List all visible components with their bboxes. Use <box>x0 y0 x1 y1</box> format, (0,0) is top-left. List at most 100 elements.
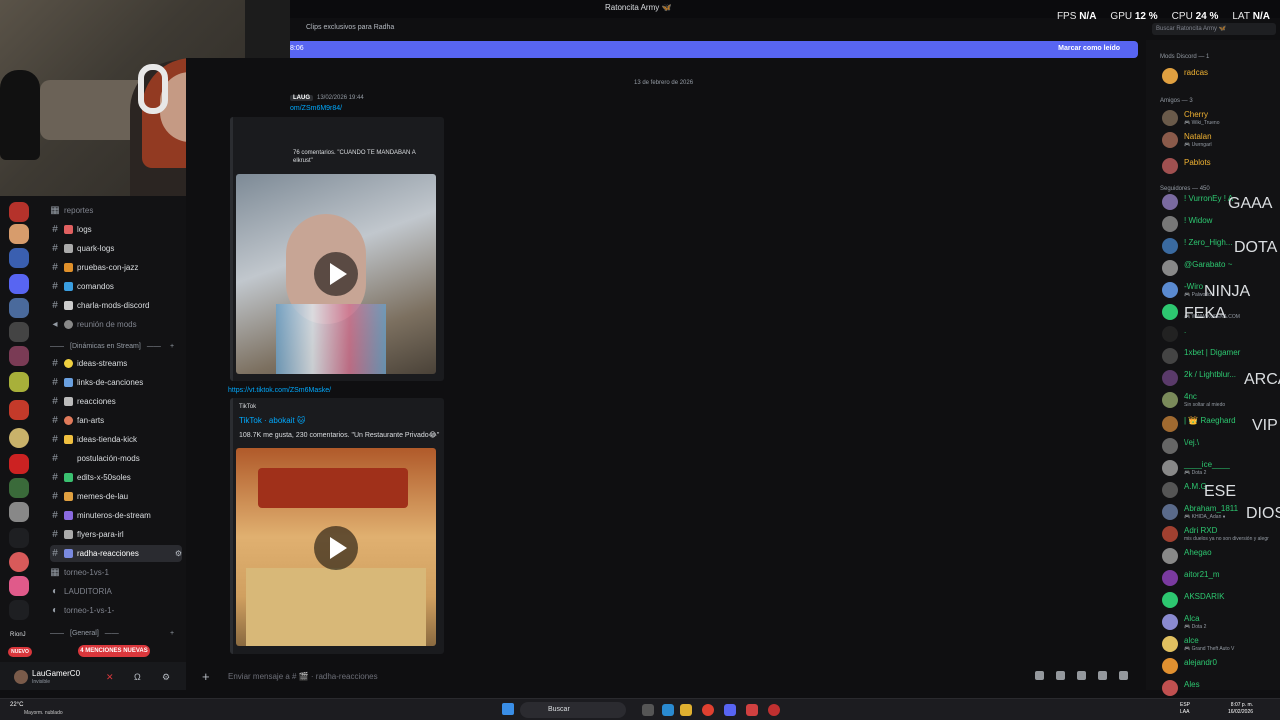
avatar[interactable] <box>1162 392 1178 408</box>
member-item[interactable]: ! Widow <box>1154 214 1278 234</box>
channel-item[interactable]: # edits-x-50soles <box>50 469 182 486</box>
windows-start-icon[interactable] <box>502 703 514 715</box>
member-item[interactable]: 1xbet | Digamer <box>1154 346 1278 366</box>
member-item[interactable]: Ales <box>1154 678 1278 698</box>
member-item[interactable]: Natalan 🎮 Uwrngarl <box>1154 130 1278 150</box>
server-icon[interactable] <box>9 202 29 222</box>
category-dinamicas[interactable]: —— [Dinámicas en Stream] —— + <box>50 343 174 350</box>
channel-item[interactable]: # ideas-streams <box>50 355 182 372</box>
server-icon[interactable] <box>9 502 29 522</box>
avatar[interactable] <box>1162 348 1178 364</box>
app-icon[interactable] <box>768 704 780 716</box>
avatar[interactable] <box>1162 658 1178 674</box>
avatar[interactable] <box>1162 260 1178 276</box>
avatar[interactable] <box>1162 238 1178 254</box>
avatar[interactable] <box>1162 570 1178 586</box>
member-item[interactable]: alce 🎮 Grand Theft Auto V <box>1154 634 1278 654</box>
avatar[interactable] <box>1162 438 1178 454</box>
channel-item[interactable]: ▦ reportes <box>50 202 182 219</box>
channel-item[interactable]: # reacciones <box>50 393 182 410</box>
channel-item[interactable]: # comandos <box>50 278 182 295</box>
search-input[interactable]: Buscar Ratoncita Army 🦋 <box>1152 23 1276 35</box>
avatar[interactable] <box>1162 282 1178 298</box>
server-icon[interactable] <box>9 298 29 318</box>
message-link[interactable]: om/ZSm6M9r84/ <box>290 105 342 112</box>
new-mentions-badge[interactable]: 4 MENCIONES NUEVAS <box>78 645 150 657</box>
message-link[interactable]: https://vt.tiktok.com/ZSm6Maske/ <box>228 387 331 394</box>
avatar[interactable] <box>1162 526 1178 542</box>
video-thumbnail[interactable] <box>236 174 436 374</box>
avatar[interactable] <box>1162 158 1178 174</box>
server-icon[interactable] <box>9 454 29 474</box>
server-icon[interactable] <box>9 400 29 420</box>
new-messages-bar[interactable]: 8:06 Marcar como leído <box>290 41 1138 58</box>
avatar[interactable] <box>1162 460 1178 476</box>
sticker-icon[interactable] <box>1077 671 1086 680</box>
server-icon[interactable] <box>9 576 29 596</box>
edge-icon[interactable] <box>662 704 674 716</box>
server-icon[interactable] <box>9 600 29 620</box>
channel-item[interactable]: # flyers-para-irl <box>50 526 182 543</box>
member-item[interactable]: Adri RXD mis duelos ya no son diversión y… <box>1154 524 1278 544</box>
gift-icon[interactable] <box>1035 671 1044 680</box>
member-item[interactable]: alejandr0 <box>1154 656 1278 676</box>
server-icon[interactable] <box>9 372 29 392</box>
channel-item[interactable]: # postulación-mods <box>50 450 182 467</box>
member-item[interactable]: AKSDARIK <box>1154 590 1278 610</box>
avatar[interactable] <box>1162 370 1178 386</box>
taskbar-search[interactable]: Buscar <box>520 702 626 718</box>
invite-icon[interactable]: ⚙ <box>175 549 182 558</box>
channel-item[interactable]: # logs <box>50 221 182 238</box>
member-item[interactable]: . <box>1154 324 1278 344</box>
avatar[interactable] <box>1162 592 1178 608</box>
emoji-icon[interactable] <box>1098 671 1107 680</box>
channel-item[interactable]: # charla-mods-discord <box>50 297 182 314</box>
avatar[interactable] <box>1162 194 1178 210</box>
server-icon[interactable] <box>9 552 29 572</box>
author-tag[interactable]: LAUG <box>290 95 313 101</box>
language-indicator[interactable]: ESP LAA <box>1180 702 1190 716</box>
avatar[interactable] <box>1162 68 1178 84</box>
avatar[interactable] <box>1162 636 1178 652</box>
avatar[interactable] <box>1162 482 1178 498</box>
server-icon[interactable] <box>9 528 29 548</box>
clock[interactable]: 8:07 p. m. 16/02/2026 <box>1228 702 1253 716</box>
channel-item[interactable]: ▦ torneo-1vs-1 <box>50 564 182 581</box>
channel-item[interactable]: # quark-logs <box>50 240 182 257</box>
mark-read-button[interactable]: Marcar como leído <box>1058 45 1120 52</box>
server-icon[interactable] <box>9 346 29 366</box>
member-item[interactable]: \/ej.\ <box>1154 436 1278 456</box>
member-item[interactable]: Alca 🎮 Dota 2 <box>1154 612 1278 632</box>
member-item[interactable]: 4nc Sin soltar al miedo <box>1154 390 1278 410</box>
apps-icon[interactable] <box>1119 671 1128 680</box>
server-icon[interactable] <box>9 224 29 244</box>
headphones-icon[interactable]: Ω <box>134 672 144 682</box>
member-item[interactable]: ____ice____ 🎮 Dota 2 <box>1154 458 1278 478</box>
server-icon[interactable] <box>9 248 29 268</box>
avatar[interactable] <box>1162 304 1178 320</box>
channel-item[interactable]: # pruebas-con-jazz <box>50 259 182 276</box>
avatar[interactable] <box>1162 504 1178 520</box>
avatar[interactable] <box>1162 614 1178 630</box>
member-item[interactable]: Pablots <box>1154 156 1278 176</box>
message-input[interactable]: Enviar mensaje a # 🎬 · radha-reacciones <box>228 672 378 681</box>
avatar[interactable] <box>1162 110 1178 126</box>
video-thumbnail[interactable] <box>236 448 436 646</box>
gif-icon[interactable] <box>1056 671 1065 680</box>
channel-item[interactable]: # fan-arts <box>50 412 182 429</box>
server-icon[interactable] <box>9 322 29 342</box>
avatar[interactable] <box>1162 548 1178 564</box>
avatar[interactable] <box>1162 326 1178 342</box>
server-icon[interactable] <box>9 478 29 498</box>
add-channel-icon[interactable]: + <box>170 343 174 350</box>
discord-icon[interactable] <box>724 704 736 716</box>
channel-item[interactable]: # minuteros-de-stream <box>50 507 182 524</box>
embed-author[interactable]: TikTok · abokait 🐱 <box>239 416 305 425</box>
avatar[interactable] <box>1162 132 1178 148</box>
play-icon[interactable] <box>314 526 358 570</box>
category-general[interactable]: —— [General] —— + <box>50 630 174 637</box>
channel-item[interactable]: # memes-de-lau <box>50 488 182 505</box>
channel-item[interactable]: # links-de-canciones <box>50 374 182 391</box>
channel-item[interactable]: # ideas-tienda-kick <box>50 431 182 448</box>
play-icon[interactable] <box>314 252 358 296</box>
